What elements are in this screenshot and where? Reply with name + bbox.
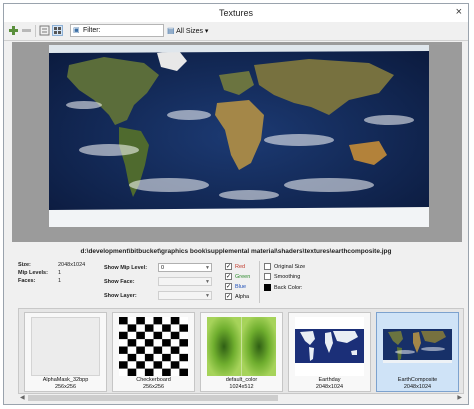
thumbnail-name: default_color: [225, 377, 258, 383]
green-channel-checkbox[interactable]: ✓: [225, 273, 232, 280]
blue-channel-checkbox[interactable]: ✓: [225, 283, 232, 290]
smoothing-checkbox[interactable]: [264, 273, 271, 280]
earthday-thumbnail: [295, 317, 364, 376]
add-icon[interactable]: [8, 25, 19, 36]
thumbnail-item-selected[interactable]: EarthComposite 2048x1024: [376, 312, 459, 392]
thumbnail-size: 1024x512: [229, 384, 254, 390]
title-bar: Textures ×: [4, 4, 468, 22]
window-title: Textures: [218, 8, 253, 18]
thumbnail-name: AlphaMask_32bpp: [42, 377, 89, 383]
chevron-down-icon: ▼: [205, 265, 210, 271]
close-icon[interactable]: ×: [456, 6, 462, 18]
faces-label: Faces:: [18, 278, 36, 284]
mip-levels-value: 1: [58, 270, 62, 276]
remove-icon[interactable]: [21, 25, 32, 36]
back-color-label: Back Color:: [274, 285, 303, 291]
thumbnail-strip: AlphaMask_32bpp 256x256 Checkerboard 256…: [18, 308, 464, 394]
filter-input[interactable]: ▣ Filter:: [70, 24, 164, 37]
faces-value: 1: [58, 278, 62, 284]
alpha-mask-thumbnail: [31, 317, 100, 376]
thumbnail-scrollbar[interactable]: ◀ ▶: [18, 394, 464, 402]
image-icon: ▤: [167, 26, 175, 35]
original-size-label: Original Size: [274, 264, 306, 270]
face-select[interactable]: ▼: [158, 277, 212, 286]
thumbnail-size: 2048x1024: [403, 384, 432, 390]
thumbnail-size: 256x256: [54, 384, 77, 390]
grid-view-icon[interactable]: [52, 25, 63, 36]
filter-icon: ▣: [73, 27, 80, 34]
texture-preview: [12, 42, 462, 242]
checkerboard-thumbnail: [119, 317, 188, 376]
mip-levels-label: Mip Levels:: [18, 270, 48, 276]
mip-level-value: 0: [161, 265, 165, 271]
smoothing-label: Smoothing: [274, 274, 301, 280]
scrollbar-thumb[interactable]: [28, 395, 278, 401]
toolbar-separator: [35, 25, 36, 37]
show-face-label: Show Face:: [104, 279, 135, 285]
scroll-left-icon[interactable]: ◀: [20, 394, 25, 401]
thumbnail-size: 256x256: [142, 384, 165, 390]
size-filter-label: All Sizes ▾: [176, 28, 209, 35]
texture-info-panel: Size: 2048x1024 Mip Levels: 1 Faces: 1 S…: [4, 260, 468, 304]
filter-label: Filter:: [83, 27, 101, 34]
blue-channel-label: Blue: [235, 284, 247, 290]
thumbnail-name: Earthday: [318, 377, 341, 383]
chevron-down-icon: ▼: [205, 293, 210, 299]
list-view-icon[interactable]: [39, 25, 50, 36]
thumbnail-item[interactable]: Earthday 2048x1024: [288, 312, 371, 392]
thumbnail-size: 2048x1024: [315, 384, 344, 390]
size-value: 2048x1024: [58, 262, 86, 268]
thumbnail-item[interactable]: Checkerboard 256x256: [112, 312, 195, 392]
layer-select[interactable]: ▼: [158, 291, 212, 300]
red-channel-checkbox[interactable]: ✓: [225, 263, 232, 270]
texture-path: d:\development\bitbucket\graphics book\s…: [80, 248, 392, 255]
green-channel-label: Green: [235, 274, 251, 280]
thumbnail-item[interactable]: default_color 1024x512: [200, 312, 283, 392]
original-size-checkbox[interactable]: [264, 263, 271, 270]
earthcomposite-thumbnail: [383, 317, 452, 376]
scroll-right-icon[interactable]: ▶: [457, 394, 462, 401]
options-divider: [259, 261, 260, 303]
alpha-channel-label: Alpha: [235, 294, 250, 300]
chevron-down-icon: ▼: [205, 279, 210, 285]
alpha-channel-checkbox[interactable]: ✓: [225, 293, 232, 300]
back-color-swatch[interactable]: [264, 284, 271, 291]
thumbnail-name: Checkerboard: [136, 377, 171, 383]
thumbnail-name: EarthComposite: [397, 377, 438, 383]
textures-window: Textures × ▣ Filter: ▤ All Sizes ▾ d:\de…: [3, 3, 469, 405]
thumbnail-item[interactable]: AlphaMask_32bpp 256x256: [24, 312, 107, 392]
show-layer-label: Show Layer:: [104, 293, 137, 299]
default-color-thumbnail: [207, 317, 276, 376]
mip-level-select[interactable]: 0 ▼: [158, 263, 212, 272]
red-channel-label: Red: [235, 264, 246, 270]
size-label: Size:: [18, 262, 31, 268]
size-filter-dropdown[interactable]: ▤ All Sizes ▾: [167, 24, 219, 37]
toolbar: ▣ Filter: ▤ All Sizes ▾: [4, 22, 468, 41]
earth-texture-image: [49, 45, 429, 227]
show-mip-level-label: Show Mip Level:: [104, 265, 148, 271]
